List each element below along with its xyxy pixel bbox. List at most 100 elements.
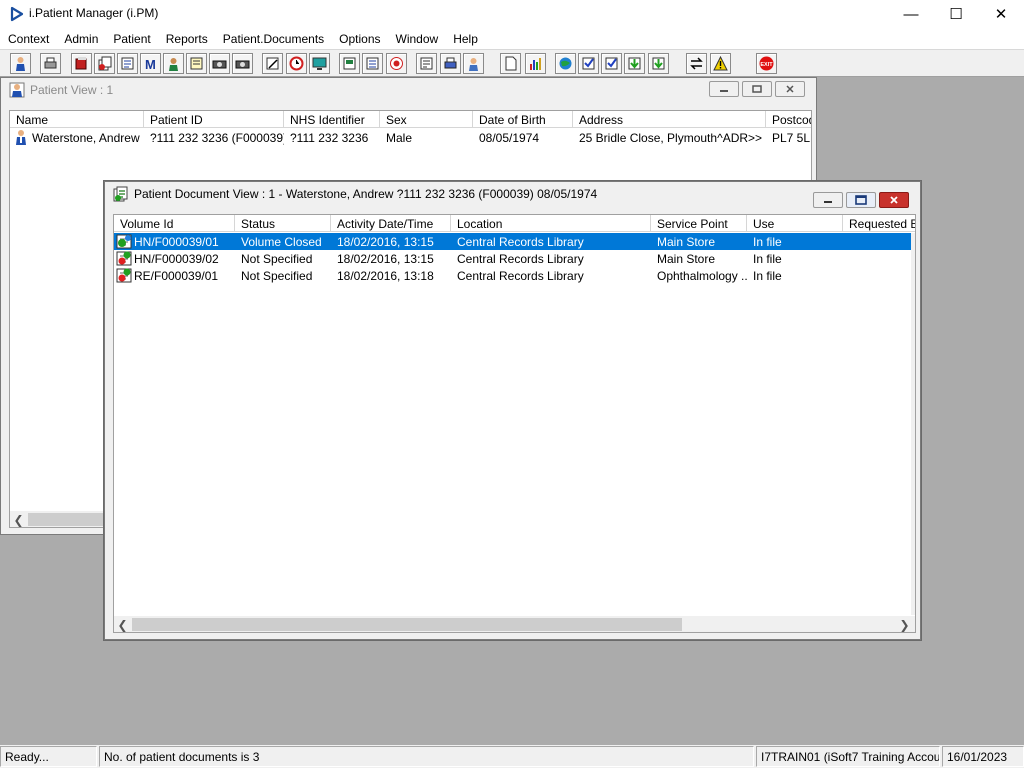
toolbar-button-note[interactable] [416,53,437,74]
toolbar-button-globe[interactable] [555,53,576,74]
status-account: I7TRAIN01 (iSoft7 Training Account) [756,746,940,767]
toolbar-button-page[interactable] [500,53,521,74]
cell-address: 25 Bridle Close, Plymouth^ADR>> [579,131,763,145]
patient-view-titlebar[interactable]: Patient View : 1 [1,78,816,100]
column-header-date-of-birth[interactable]: Date of Birth [473,111,573,128]
exit-label: EXIT [760,62,773,68]
toolbar-button-swap[interactable] [686,53,707,74]
toolbar-button-check[interactable] [601,53,622,74]
bar-chart-icon [530,58,541,70]
column-header-patient-id[interactable]: Patient ID [144,111,284,128]
patient-view-minimize-button[interactable] [709,81,739,97]
document-view-titlebar[interactable]: Patient Document View : 1 - Waterstone, … [105,182,920,208]
document-list: Volume Id Status Activity Date/Time Loca… [113,214,916,633]
maximize-button[interactable]: ☐ [933,0,979,28]
column-header-use[interactable]: Use [747,215,843,232]
cell-requested-by [843,250,911,267]
toolbar-button-patient[interactable] [10,53,31,74]
patient-view-maximize-button[interactable] [742,81,772,97]
menu-patient[interactable]: Patient [105,29,157,49]
toolbar-button-list[interactable] [362,53,383,74]
cell-requested-by [843,233,911,250]
cell-service-point: Main Store [657,252,716,266]
scroll-right-icon[interactable]: ❯ [896,616,913,632]
vertical-scrollbar[interactable] [911,233,915,615]
toolbar-button-monitor[interactable] [309,53,330,74]
column-header-volume-id[interactable]: Volume Id [114,215,235,232]
maximize-icon [752,85,762,93]
toolbar-button-check[interactable] [578,53,599,74]
clock-icon [289,56,304,71]
form-icon [121,57,134,70]
toolbar-button-form[interactable] [117,53,138,74]
scroll-left-icon[interactable]: ❮ [114,616,131,632]
document-view-maximize-button[interactable] [846,192,876,208]
printer-icon [444,57,457,69]
toolbar-button-camera[interactable] [209,53,230,74]
column-header-status[interactable]: Status [235,215,331,232]
toolbar-button-bar-chart[interactable] [525,53,546,74]
menu-context[interactable]: Context [0,29,56,49]
status-ready: Ready... [0,746,97,767]
toolbar-button-camera[interactable] [232,53,253,74]
document-list-hscrollbar[interactable]: ❮ ❯ [114,616,915,632]
cell-sex: Male [386,131,413,145]
menu-patient-documents[interactable]: Patient.Documents [215,29,331,49]
table-row[interactable]: RE/F000039/01 Not Specified 18/02/2016, … [114,267,911,284]
column-header-activity-date-time[interactable]: Activity Date/Time [331,215,451,232]
cell-nhs-identifier: ?111 232 3236 [290,131,369,145]
report-icon [343,57,356,70]
toolbar-button-mail[interactable]: M [140,53,161,74]
user-icon [469,58,478,71]
document-view-minimize-button[interactable] [813,192,843,208]
check-icon [605,57,618,70]
menu-reports[interactable]: Reports [158,29,215,49]
table-row[interactable]: HN/F000039/02 Not Specified 18/02/2016, … [114,250,911,267]
scroll-thumb[interactable] [132,618,682,631]
minimize-icon [824,201,832,203]
menu-window[interactable]: Window [388,29,446,49]
menu-help[interactable]: Help [445,29,485,49]
toolbar-button-print[interactable] [40,53,61,74]
column-header-requested-by[interactable]: Requested By [843,215,915,232]
column-header-service-point[interactable]: Service Point [651,215,747,232]
toolbar-button-person[interactable] [163,53,184,74]
column-header-nhs-identifier[interactable]: NHS Identifier [284,111,380,128]
toolbar-button-user[interactable] [463,53,484,74]
toolbar-button-notes[interactable] [186,53,207,74]
page-icon [505,56,517,71]
close-button[interactable]: ✕ [978,0,1024,28]
close-icon [786,85,794,93]
mail-icon: M [145,57,156,71]
minimize-button[interactable]: — [888,0,934,28]
toolbar-button-arrow[interactable] [624,53,645,74]
toolbar-button-documents[interactable] [94,53,115,74]
toolbar-button-clock[interactable] [286,53,307,74]
scroll-left-icon[interactable]: ❮ [10,511,27,527]
toolbar-button-printer[interactable] [440,53,461,74]
cell-location: Central Records Library [457,252,584,266]
column-header-location[interactable]: Location [451,215,651,232]
toolbar-button-arrow[interactable] [648,53,669,74]
cell-location: Central Records Library [457,235,584,249]
toolbar-button-exit[interactable]: EXIT [756,53,777,74]
menu-admin[interactable]: Admin [56,29,105,49]
column-header-name[interactable]: Name [10,111,144,128]
toolbar-button-edit[interactable] [262,53,283,74]
column-header-address[interactable]: Address [573,111,766,128]
table-row[interactable]: Waterstone, Andrew ?111 232 3236 (F00003… [10,129,811,146]
toolbar-button-target[interactable] [386,53,407,74]
menu-options[interactable]: Options [331,29,387,49]
toolbar: M EXIT [0,49,1024,77]
column-header-postcode[interactable]: Postcode [766,111,811,128]
monitor-icon [312,57,327,70]
minimize-icon [720,90,728,92]
patient-view-close-button[interactable] [775,81,805,97]
toolbar-button-report[interactable] [339,53,360,74]
column-header-sex[interactable]: Sex [380,111,473,128]
toolbar-button-warning[interactable] [710,53,731,74]
document-view-close-button[interactable] [879,192,909,208]
arrow-icon [628,57,641,70]
toolbar-button-book[interactable] [71,53,92,74]
table-row[interactable]: HN/F000039/01 Volume Closed 18/02/2016, … [114,233,911,250]
